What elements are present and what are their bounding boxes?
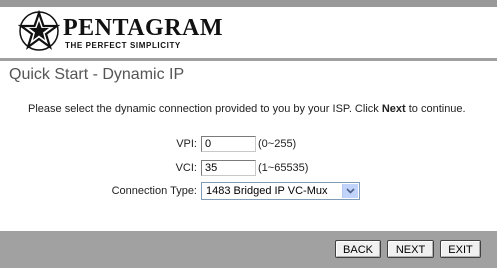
back-button[interactable]: BACK [335, 240, 381, 258]
connection-type-label: Connection Type: [111, 185, 197, 197]
chevron-down-icon [346, 188, 355, 194]
vci-label: VCI: [175, 162, 197, 174]
vpi-input[interactable]: 0 [201, 136, 256, 152]
vci-range-hint: (1~65535) [258, 162, 309, 174]
exit-button[interactable]: EXIT [440, 240, 481, 258]
instruction-text: Please select the dynamic connection pro… [28, 103, 466, 115]
pentagram-logo: PENTAGRAM THE PERFECT SIMPLICITY [18, 10, 223, 52]
brand-name: PENTAGRAM [63, 15, 224, 41]
instruction-prefix: Please select the dynamic connection pro… [28, 103, 382, 115]
page-title: Quick Start - Dynamic IP [9, 66, 185, 83]
connection-type-select[interactable]: 1483 Bridged IP VC-Mux [201, 182, 360, 200]
brand-tagline: THE PERFECT SIMPLICITY [65, 41, 181, 50]
vpi-range-hint: (0~255) [258, 138, 297, 150]
top-rule [0, 0, 497, 7]
instruction-emphasis: Next [381, 103, 406, 115]
instruction-suffix: to continue. [405, 103, 466, 115]
dropdown-button[interactable] [342, 184, 358, 198]
connection-type-value: 1483 Bridged IP VC-Mux [206, 185, 328, 197]
next-button[interactable]: NEXT [387, 240, 434, 258]
header-rule [0, 58, 497, 61]
star-emblem-icon [18, 10, 60, 51]
vci-input[interactable]: 35 [201, 160, 256, 176]
vpi-label: VPI: [176, 138, 197, 150]
